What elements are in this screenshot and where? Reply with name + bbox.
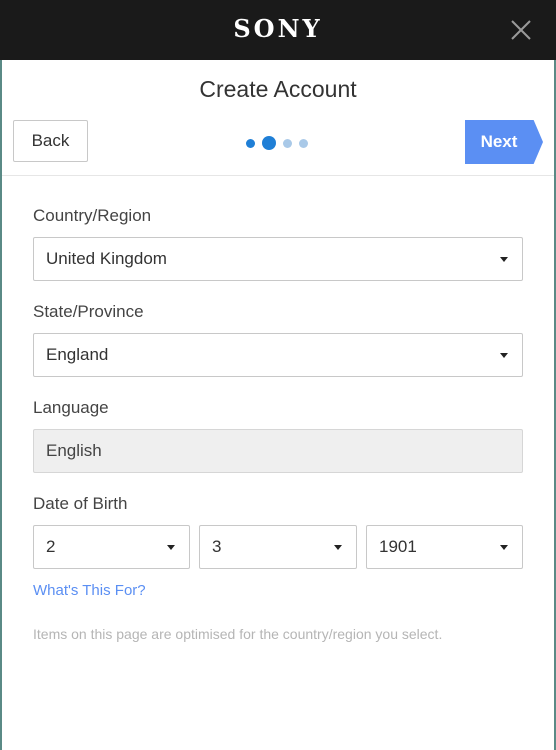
close-icon[interactable] [508,17,534,43]
step-dot-1 [246,138,255,148]
chevron-down-icon [500,353,508,358]
page-title: Create Account [199,76,357,102]
whats-this-for-link[interactable]: What's This For? [33,582,146,599]
step-dot-3 [283,138,292,148]
language-label: Language [33,398,109,417]
chevron-down-icon [167,545,175,550]
header-divider [2,175,554,176]
dob-month-select[interactable]: 3 [199,525,357,569]
region-note: Items on this page are optimised for the… [33,626,443,642]
window-left-edge [0,60,2,750]
chevron-down-icon [500,257,508,262]
header-bar: SONY [0,0,556,60]
dob-day-select[interactable]: 2 [33,525,190,569]
next-button[interactable]: Next [465,120,543,164]
country-select[interactable]: United Kingdom [33,237,523,281]
step-dot-2 [262,136,276,150]
dob-year-value: 1901 [379,537,417,556]
chevron-down-icon [500,545,508,550]
country-value: United Kingdom [46,249,167,268]
language-value: English [46,441,102,460]
chevron-down-icon [334,545,342,550]
sony-logo: SONY [233,14,323,43]
language-field: English [33,429,523,473]
dob-label: Date of Birth [33,494,128,513]
dob-day-value: 2 [46,537,56,556]
country-label: Country/Region [33,206,152,225]
state-label: State/Province [33,302,144,321]
step-indicator [246,135,308,151]
step-dot-4 [299,138,308,148]
dob-year-select[interactable]: 1901 [366,525,523,569]
state-select[interactable]: England [33,333,523,377]
dob-month-value: 3 [212,537,222,556]
state-value: England [46,345,109,364]
back-button[interactable]: Back [13,120,88,162]
